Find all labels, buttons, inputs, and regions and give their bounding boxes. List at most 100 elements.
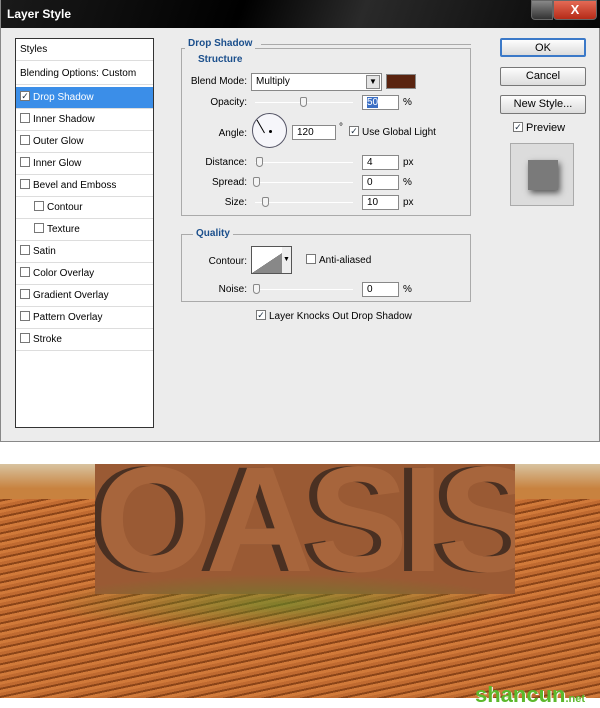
opacity-slider[interactable] [255, 97, 353, 107]
checkbox-unchecked-icon[interactable] [20, 267, 30, 278]
angle-label: Angle: [218, 128, 247, 139]
style-item-color-overlay[interactable]: Color Overlay [16, 263, 153, 285]
checkbox-unchecked-icon[interactable] [20, 179, 30, 190]
distance-input[interactable]: 4 [362, 155, 399, 170]
spread-unit: % [403, 177, 412, 188]
noise-slider[interactable] [253, 284, 353, 294]
opacity-unit: % [403, 97, 412, 108]
style-item-drop-shadow[interactable]: ✓ Drop Shadow [16, 87, 153, 109]
checkbox-checked-icon: ✓ [513, 122, 523, 133]
close-button[interactable]: X [553, 0, 597, 20]
style-item-label: Contour [47, 202, 83, 213]
drop-shadow-heading: Drop Shadow [185, 38, 256, 49]
use-global-light-checkbox[interactable]: ✓ Use Global Light [349, 126, 436, 138]
blend-mode-value: Multiply [256, 76, 290, 87]
blend-mode-select[interactable]: Multiply ▼ [251, 73, 382, 91]
style-item-contour[interactable]: Contour [16, 197, 153, 219]
style-item-stroke[interactable]: Stroke [16, 329, 153, 351]
checkbox-unchecked-icon[interactable] [20, 157, 30, 168]
minimize-button[interactable] [531, 0, 553, 20]
style-item-label: Stroke [33, 334, 62, 345]
style-item-label: Inner Glow [33, 158, 82, 169]
opacity-label: Opacity: [210, 97, 247, 108]
style-item-label: Bevel and Emboss [33, 180, 117, 191]
opacity-value: 50 [367, 97, 379, 108]
angle-dial[interactable] [252, 113, 287, 148]
checkbox-unchecked-icon[interactable] [20, 113, 30, 124]
style-item-outer-glow[interactable]: Outer Glow [16, 131, 153, 153]
noise-input[interactable]: 0 [362, 282, 399, 297]
style-item-label: Outer Glow [33, 136, 84, 147]
distance-slider-thumb[interactable] [256, 157, 263, 167]
anti-aliased-checkbox[interactable]: Anti-aliased [306, 254, 372, 266]
size-label: Size: [224, 197, 247, 208]
preview-thumbnail [510, 143, 574, 206]
use-global-light-label: Use Global Light [362, 127, 436, 138]
spread-slider[interactable] [253, 177, 353, 187]
distance-label: Distance: [205, 157, 247, 168]
watermark-logo: shancun.net [475, 682, 586, 707]
size-slider-thumb[interactable] [262, 197, 269, 207]
title-bar [1, 0, 600, 28]
contour-label: Contour: [208, 256, 247, 267]
noise-slider-thumb[interactable] [253, 284, 260, 294]
angle-unit: ° [339, 122, 343, 133]
checkbox-unchecked-icon[interactable] [34, 201, 44, 212]
checkbox-checked-icon: ✓ [349, 126, 359, 137]
noise-label: Noise: [218, 284, 247, 295]
blending-options-item[interactable]: Blending Options: Custom [16, 63, 153, 85]
opacity-slider-thumb[interactable] [300, 97, 307, 107]
style-item-gradient-overlay[interactable]: Gradient Overlay [16, 285, 153, 307]
distance-unit: px [403, 157, 414, 168]
style-item-inner-shadow[interactable]: Inner Shadow [16, 109, 153, 131]
checkbox-checked-icon: ✓ [256, 310, 266, 321]
style-item-label: Texture [47, 224, 80, 235]
size-slider[interactable] [255, 197, 353, 207]
knockout-checkbox[interactable]: ✓ Layer Knocks Out Drop Shadow [256, 310, 412, 322]
checkbox-unchecked-icon [306, 254, 316, 265]
style-item-inner-glow[interactable]: Inner Glow [16, 153, 153, 175]
style-item-label: Satin [33, 246, 56, 257]
styles-header[interactable]: Styles [16, 39, 153, 61]
size-input[interactable]: 10 [362, 195, 399, 210]
cancel-button[interactable]: Cancel [500, 67, 586, 86]
ok-button[interactable]: OK [500, 38, 586, 57]
chevron-down-icon: ▼ [282, 247, 291, 273]
preview-checkbox[interactable]: ✓ Preview [513, 122, 565, 134]
checkbox-unchecked-icon[interactable] [20, 311, 30, 322]
style-item-label: Color Overlay [33, 268, 95, 279]
style-item-label: Drop Shadow [33, 92, 94, 103]
style-item-texture[interactable]: Texture [16, 219, 153, 241]
style-item-satin[interactable]: Satin [16, 241, 153, 263]
knockout-label: Layer Knocks Out Drop Shadow [269, 311, 412, 322]
angle-input[interactable]: 120 [292, 125, 336, 140]
spread-label: Spread: [211, 177, 247, 188]
spread-input[interactable]: 0 [362, 175, 399, 190]
opacity-input[interactable]: 50 [362, 95, 399, 110]
preview-label: Preview [526, 122, 566, 134]
quality-heading: Quality [193, 228, 233, 239]
size-unit: px [403, 197, 414, 208]
checkbox-unchecked-icon[interactable] [20, 245, 30, 256]
checkbox-checked-icon[interactable]: ✓ [20, 91, 30, 102]
style-item-label: Inner Shadow [33, 114, 95, 125]
shadow-color-swatch[interactable] [386, 74, 416, 89]
distance-slider[interactable] [255, 157, 353, 167]
style-item-bevel-and-emboss[interactable]: Bevel and Emboss [16, 175, 153, 197]
checkbox-unchecked-icon[interactable] [20, 333, 30, 344]
checkbox-unchecked-icon[interactable] [34, 223, 44, 234]
spread-slider-thumb[interactable] [253, 177, 260, 187]
checkbox-unchecked-icon[interactable] [20, 135, 30, 146]
style-item-label: Pattern Overlay [33, 312, 103, 323]
noise-unit: % [403, 284, 412, 295]
anti-aliased-label: Anti-aliased [319, 255, 372, 266]
checkbox-unchecked-icon[interactable] [20, 289, 30, 300]
grass-patch [40, 574, 520, 634]
window-title: Layer Style [7, 7, 72, 21]
new-style-button[interactable]: New Style... [500, 95, 586, 114]
chevron-down-icon: ▼ [366, 75, 380, 89]
contour-picker[interactable]: ▼ [251, 246, 292, 274]
structure-heading: Structure [195, 54, 246, 65]
oasis-result-image: OASIS shancun.net [0, 464, 600, 707]
style-item-pattern-overlay[interactable]: Pattern Overlay [16, 307, 153, 329]
